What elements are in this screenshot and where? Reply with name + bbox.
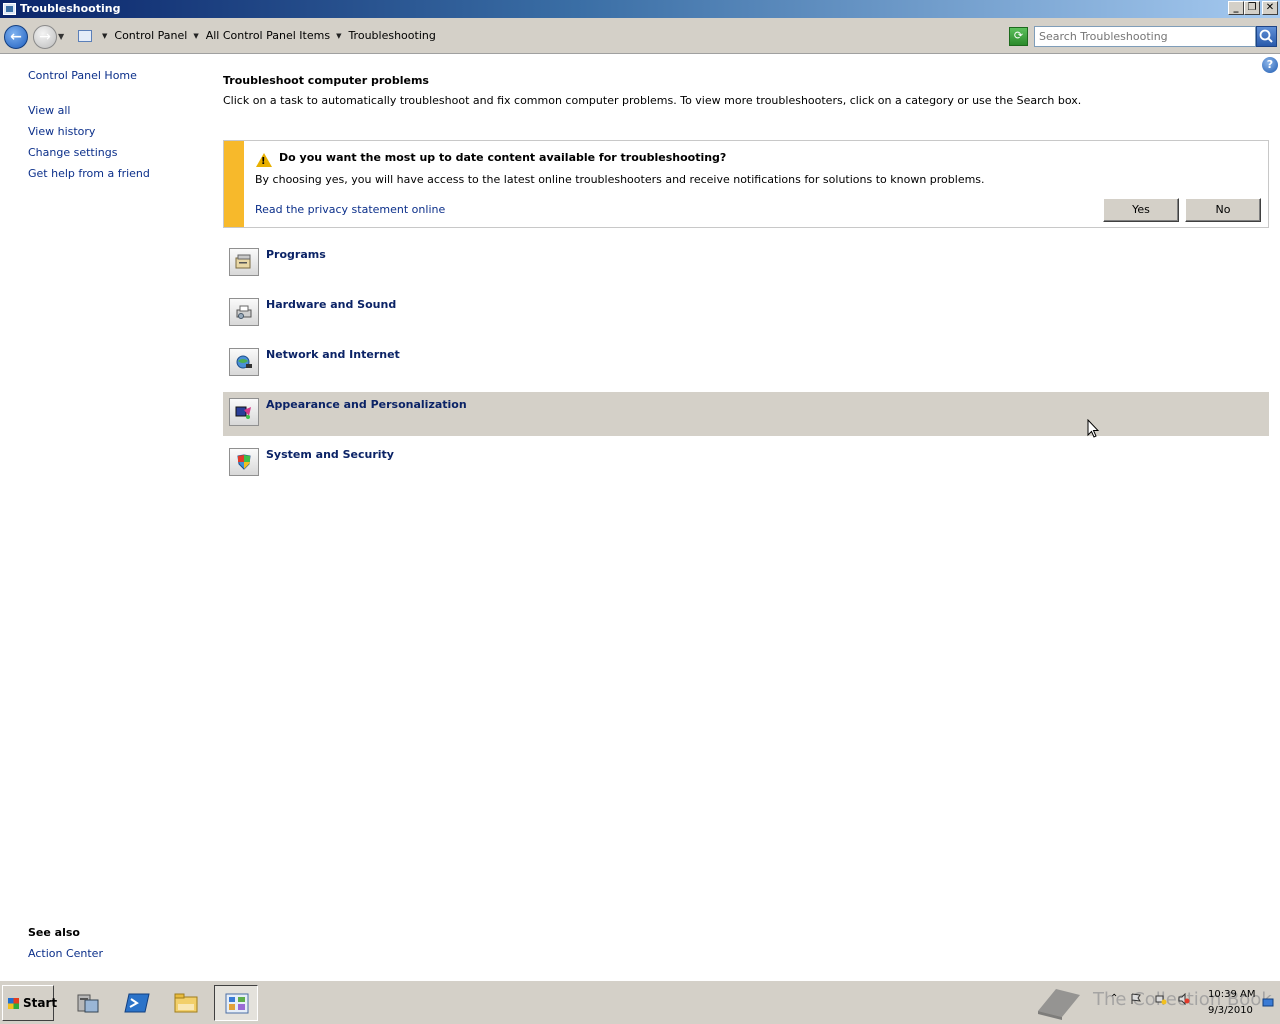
palette-icon: [229, 398, 259, 426]
page-description: Click on a task to automatically trouble…: [223, 94, 1082, 107]
help-icon[interactable]: ?: [1262, 57, 1278, 73]
action-center-link[interactable]: Action Center: [28, 947, 103, 960]
category-programs[interactable]: Programs: [223, 242, 1269, 286]
search-input[interactable]: [1034, 26, 1256, 47]
category-label[interactable]: Appearance and Personalization: [266, 398, 467, 411]
powershell-taskbar-button[interactable]: [115, 985, 159, 1021]
title-bar: Troubleshooting _ ❐ ✕: [0, 0, 1280, 18]
clock-date[interactable]: 9/3/2010: [1208, 1005, 1253, 1016]
breadcrumb: ▼ Control Panel ▼ All Control Panel Item…: [96, 29, 436, 42]
control-panel-home-link[interactable]: Control Panel Home: [28, 69, 137, 82]
notice-text: By choosing yes, you will have access to…: [255, 173, 985, 186]
control-panel-icon: [225, 993, 249, 1014]
category-label[interactable]: System and Security: [266, 448, 394, 461]
chevron-down-icon[interactable]: ▼: [102, 32, 107, 40]
category-label[interactable]: Programs: [266, 248, 326, 261]
control-panel-taskbar-button[interactable]: [214, 985, 258, 1021]
taskbar: Start The Collection Book ⌃ 10:39 AM 9/3…: [0, 980, 1280, 1024]
control-panel-icon: [3, 3, 16, 15]
no-button[interactable]: No: [1185, 198, 1261, 222]
search-icon: [1259, 29, 1273, 43]
window-title: Troubleshooting: [20, 2, 121, 15]
close-button[interactable]: ✕: [1262, 1, 1278, 15]
globe-network-icon: [229, 348, 259, 376]
category-appearance-and-personalization[interactable]: Appearance and Personalization: [223, 392, 1269, 436]
control-panel-location-icon: [78, 30, 92, 42]
category-label[interactable]: Network and Internet: [266, 348, 400, 361]
category-hardware-and-sound[interactable]: Hardware and Sound: [223, 292, 1269, 336]
powershell-icon: [124, 993, 150, 1013]
online-content-notice: ! Do you want the most up to date conten…: [223, 140, 1269, 228]
minimize-button[interactable]: _: [1228, 1, 1244, 15]
folder-icon: [174, 993, 198, 1013]
crumb-all-items[interactable]: All Control Panel Items: [206, 29, 330, 42]
back-button[interactable]: ←: [4, 25, 28, 49]
volume-muted-icon[interactable]: [1178, 993, 1190, 1005]
see-also-heading: See also: [28, 926, 80, 939]
explorer-taskbar-button[interactable]: [164, 985, 208, 1021]
shield-icon: [229, 448, 259, 476]
show-desktop-icon[interactable]: [1262, 997, 1274, 1009]
crumb-troubleshooting[interactable]: Troubleshooting: [348, 29, 435, 42]
recent-pages-dropdown[interactable]: ▼: [58, 32, 64, 41]
address-field[interactable]: ▼ Control Panel ▼ All Control Panel Item…: [72, 26, 1064, 47]
page-title: Troubleshoot computer problems: [223, 74, 429, 87]
book-logo: [1038, 989, 1080, 1020]
network-icon[interactable]: [1155, 993, 1167, 1005]
start-button[interactable]: Start: [2, 985, 58, 1021]
server-manager-icon: [77, 994, 99, 1013]
windows-logo-icon: [8, 998, 19, 1009]
get-help-link[interactable]: Get help from a friend: [28, 167, 150, 180]
programs-icon: [229, 248, 259, 276]
clock-time[interactable]: 10:39 AM: [1208, 989, 1255, 1000]
category-system-and-security[interactable]: System and Security: [223, 442, 1269, 486]
flag-icon[interactable]: [1130, 993, 1142, 1005]
mouse-cursor-icon: [1087, 419, 1099, 438]
chevron-down-icon[interactable]: ▼: [193, 32, 198, 40]
yes-button[interactable]: Yes: [1103, 198, 1179, 222]
notice-accent-bar: [224, 141, 244, 227]
show-hidden-icons-icon[interactable]: ⌃: [1110, 993, 1122, 1005]
refresh-button[interactable]: ⟳: [1009, 27, 1028, 46]
view-all-link[interactable]: View all: [28, 104, 70, 117]
printer-icon: [229, 298, 259, 326]
forward-button[interactable]: →: [33, 25, 57, 49]
privacy-statement-link[interactable]: Read the privacy statement online: [255, 203, 445, 216]
restore-button[interactable]: ❐: [1244, 1, 1260, 15]
server-manager-taskbar-button[interactable]: [66, 985, 110, 1021]
crumb-control-panel[interactable]: Control Panel: [114, 29, 187, 42]
category-label[interactable]: Hardware and Sound: [266, 298, 396, 311]
change-settings-link[interactable]: Change settings: [28, 146, 117, 159]
view-history-link[interactable]: View history: [28, 125, 95, 138]
start-label: Start: [23, 996, 58, 1010]
search-button[interactable]: [1256, 26, 1277, 47]
category-network-and-internet[interactable]: Network and Internet: [223, 342, 1269, 386]
chevron-down-icon[interactable]: ▼: [336, 32, 341, 40]
address-toolbar: ← → ▼ ▼ Control Panel ▼ All Control Pane…: [0, 18, 1280, 54]
notice-title: Do you want the most up to date content …: [279, 151, 727, 164]
